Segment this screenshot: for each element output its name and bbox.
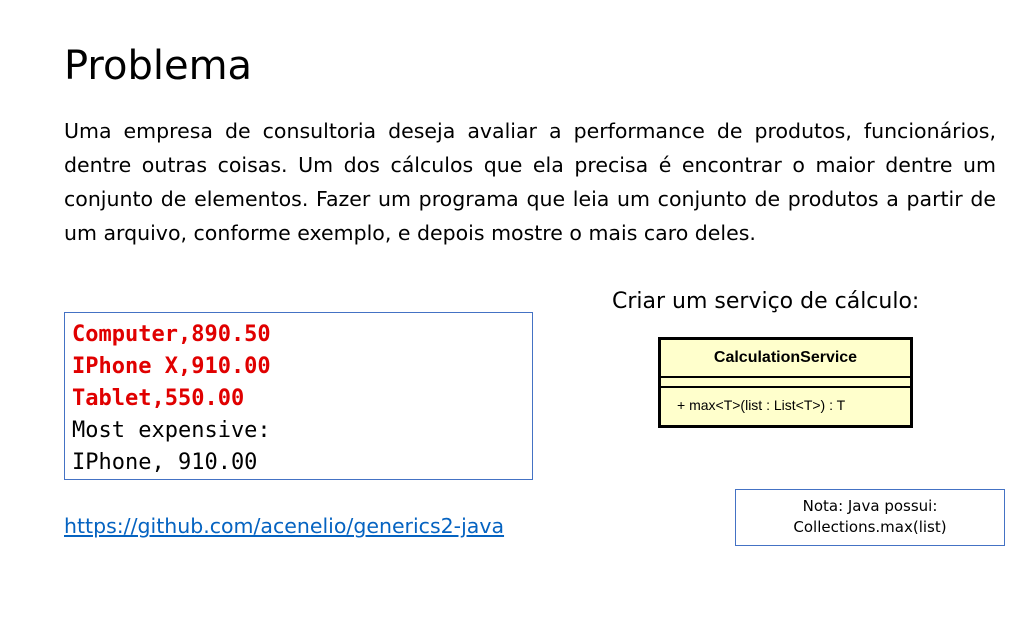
input-line-1: Computer,890.50 [72,322,271,347]
github-link[interactable]: https://github.com/acenelio/generics2-ja… [64,511,504,541]
service-heading: Criar um serviço de cálculo: [612,289,920,314]
uml-attributes-section [661,378,910,388]
output-line-1: Most expensive: [72,418,271,443]
note-line-1: Nota: Java possui: [802,497,938,515]
example-io-box: Computer,890.50 IPhone X,910.00 Tablet,5… [64,312,533,480]
uml-class-diagram: CalculationService + max<T>(list : List<… [658,337,913,428]
input-line-2: IPhone X,910.00 [72,354,271,379]
note-box: Nota: Java possui: Collections.max(list) [735,489,1005,546]
output-line-2: IPhone, 910.00 [72,450,258,475]
note-line-2: Collections.max(list) [793,518,947,536]
uml-class-name: CalculationService [661,340,910,378]
uml-operation: + max<T>(list : List<T>) : T [677,397,846,413]
input-line-3: Tablet,550.00 [72,386,245,411]
slide-title: Problema [64,43,253,89]
problem-description: Uma empresa de consultoria deseja avalia… [64,119,996,245]
